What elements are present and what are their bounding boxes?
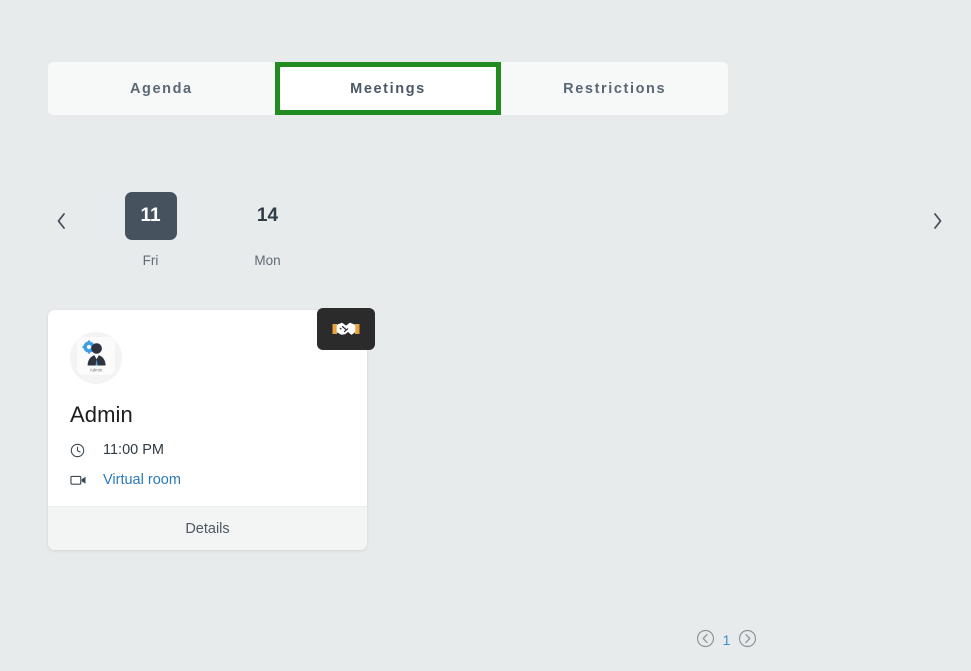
prev-day-button[interactable] bbox=[48, 206, 74, 240]
meeting-card: Admin Admin 11:00 PM Virtual room Detail… bbox=[48, 308, 375, 550]
clock-icon bbox=[70, 443, 92, 458]
chevron-left-icon bbox=[56, 212, 67, 234]
pagination-page-1[interactable]: 1 bbox=[722, 632, 731, 648]
day-weekday: Mon bbox=[254, 253, 281, 268]
day-list: 11 Fri 14 Mon bbox=[92, 192, 326, 268]
day-weekday: Fri bbox=[142, 253, 159, 268]
pagination-next-button[interactable] bbox=[738, 629, 757, 651]
handshake-icon[interactable] bbox=[317, 308, 375, 350]
tab-restrictions-label: Restrictions bbox=[563, 80, 667, 97]
tab-meetings-label: Meetings bbox=[350, 80, 426, 97]
circle-chevron-left-icon bbox=[696, 629, 715, 651]
day-cell-11[interactable]: 11 Fri bbox=[92, 192, 209, 268]
svg-text:Admin: Admin bbox=[90, 367, 103, 372]
pagination-prev-button[interactable] bbox=[696, 629, 715, 651]
pagination: 1 bbox=[696, 629, 757, 651]
day-number: 11 bbox=[124, 192, 177, 240]
meeting-time: 11:00 PM bbox=[103, 442, 164, 458]
virtual-room-link[interactable]: Virtual room bbox=[103, 472, 181, 488]
tab-agenda[interactable]: Agenda bbox=[48, 62, 275, 115]
chevron-right-icon bbox=[932, 212, 943, 234]
admin-user-gear-icon: Admin bbox=[74, 334, 118, 383]
next-day-button[interactable] bbox=[924, 206, 950, 240]
circle-chevron-right-icon bbox=[738, 629, 757, 651]
meeting-time-row: 11:00 PM bbox=[70, 442, 345, 458]
day-cell-14[interactable]: 14 Mon bbox=[209, 192, 326, 268]
tab-restrictions[interactable]: Restrictions bbox=[501, 62, 728, 115]
meeting-location-row: Virtual room bbox=[70, 472, 345, 488]
day-number: 14 bbox=[256, 205, 279, 226]
avatar: Admin bbox=[70, 332, 122, 384]
date-strip: 11 Fri 14 Mon bbox=[44, 192, 954, 272]
meeting-title: Admin bbox=[70, 402, 133, 427]
details-label: Details bbox=[185, 520, 230, 537]
tab-bar: Agenda Meetings Restrictions bbox=[48, 62, 728, 115]
tab-meetings[interactable]: Meetings bbox=[274, 62, 502, 115]
video-camera-icon bbox=[70, 473, 92, 487]
details-button[interactable]: Details bbox=[48, 506, 367, 550]
tab-agenda-label: Agenda bbox=[129, 80, 193, 97]
